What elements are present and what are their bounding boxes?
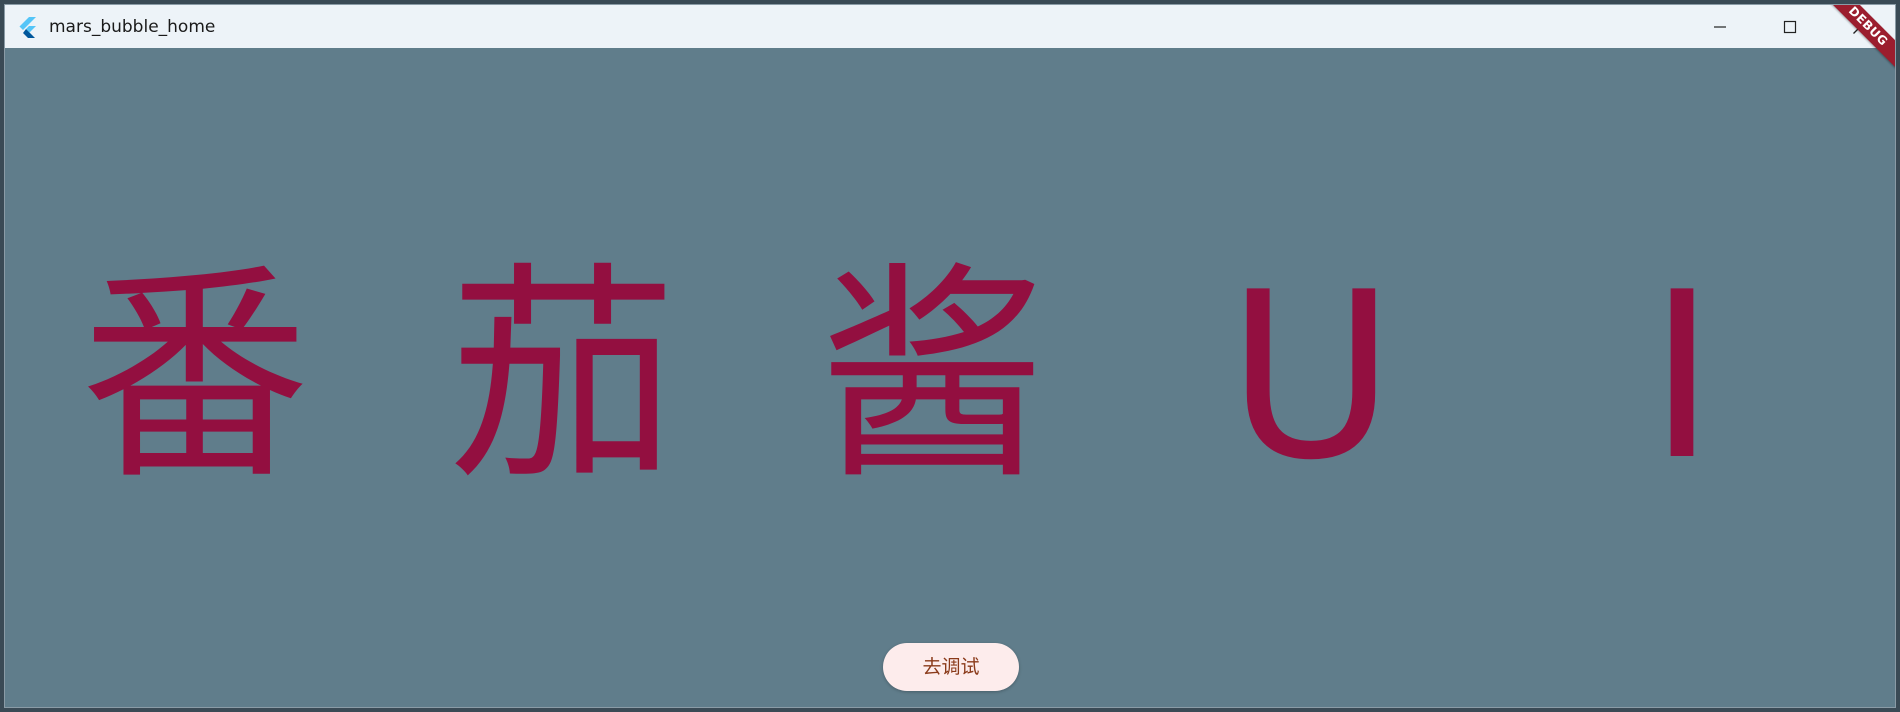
flutter-logo-icon — [19, 16, 36, 38]
headline-char-2: 茄 — [448, 244, 679, 511]
main-content: 番 茄 酱 U I 去调试 — [5, 48, 1895, 707]
title-bar[interactable]: mars_bubble_home — [5, 5, 1895, 48]
headline: 番 茄 酱 U I — [5, 263, 1895, 493]
headline-char-5: I — [1648, 244, 1716, 511]
minimize-button[interactable] — [1685, 5, 1755, 48]
headline-char-3: 酱 — [817, 244, 1048, 511]
headline-char-4: U — [1226, 244, 1396, 511]
app-window: mars_bubble_home 番 茄 酱 U I 去调试 DEBUG — [4, 4, 1896, 708]
go-debug-button[interactable]: 去调试 — [883, 643, 1019, 691]
minimize-icon — [1714, 25, 1726, 28]
window-title: mars_bubble_home — [49, 16, 216, 37]
headline-char-1: 番 — [80, 244, 311, 511]
maximize-button[interactable] — [1755, 5, 1825, 48]
maximize-icon — [1783, 20, 1797, 33]
